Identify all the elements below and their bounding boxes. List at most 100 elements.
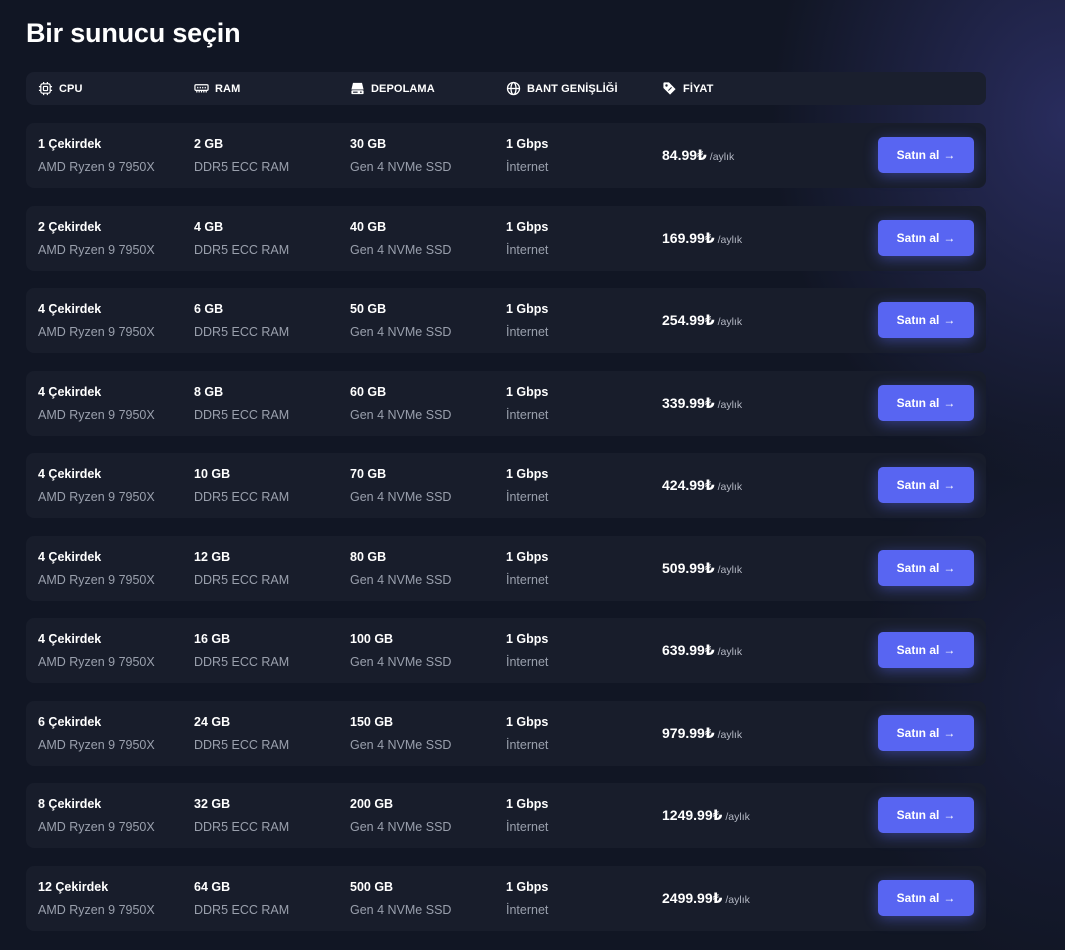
- arrow-right-icon: →: [943, 230, 956, 245]
- arrow-right-icon: →: [943, 148, 956, 162]
- ram-size: 10 GB: [194, 467, 231, 481]
- buy-button-label: Satın al: [896, 395, 940, 410]
- cpu-model: AMD Ryzen 9 7950X: [38, 242, 155, 257]
- header-storage: DEPOLAMA: [350, 72, 435, 105]
- price-cell: 339.99₺/aylık: [662, 393, 742, 415]
- ram-type: DDR5 ECC RAM: [194, 902, 290, 917]
- buy-button[interactable]: Satın al →: [878, 549, 974, 586]
- bandwidth-type: İnternet: [506, 572, 549, 587]
- price-period: /aylık: [709, 151, 735, 163]
- price-cell: 979.99₺/aylık: [662, 723, 742, 745]
- buy-button[interactable]: Satın al →: [878, 632, 974, 668]
- ram-type: DDR5 ECC RAM: [194, 737, 290, 752]
- storage-type: Gen 4 NVMe SSD: [350, 572, 452, 587]
- price-cell: 639.99₺/aylık: [662, 640, 742, 662]
- bandwidth-speed: 1 Gbps: [506, 797, 549, 811]
- header-ram: RAM: [194, 72, 240, 105]
- price-period: /aylık: [717, 728, 743, 741]
- buy-button-label: Satın al: [896, 560, 940, 575]
- cpu-cell: 4 Çekirdek AMD Ryzen 9 7950X: [38, 384, 155, 423]
- ram-type: DDR5 ECC RAM: [194, 242, 290, 257]
- ram-size: 4 GB: [194, 219, 224, 234]
- header-cpu-label: CPU: [59, 82, 83, 95]
- bandwidth-cell: 1 Gbps İnternet: [506, 631, 548, 670]
- price-period: /aylık: [717, 481, 743, 493]
- bandwidth-speed: 1 Gbps: [506, 384, 549, 399]
- buy-button[interactable]: Satın al →: [878, 467, 974, 503]
- arrow-right-icon: →: [943, 313, 956, 327]
- ram-type: DDR5 ECC RAM: [194, 655, 290, 669]
- buy-button-label: Satın al: [896, 808, 940, 822]
- storage-type: Gen 4 NVMe SSD: [350, 490, 452, 504]
- server-row: 4 Çekirdek AMD Ryzen 9 7950X 12 GB DDR5 ECC…: [26, 535, 986, 601]
- cpu-model: AMD Ryzen 9 7950X: [38, 407, 155, 422]
- bandwidth-speed: 1 Gbps: [506, 137, 549, 151]
- price-amount: 2499.99₺: [662, 889, 723, 906]
- storage-size: 60 GB: [350, 384, 387, 399]
- bandwidth-type: İnternet: [506, 325, 549, 339]
- storage-type: Gen 4 NVMe SSD: [350, 325, 452, 339]
- buy-button-label: Satın al: [896, 890, 940, 905]
- ram-cell: 64 GB DDR5 ECC RAM: [194, 879, 289, 918]
- cpu-cores: 1 Çekirdek: [38, 137, 102, 151]
- buy-button[interactable]: Satın al →: [878, 384, 974, 421]
- server-row: 2 Çekirdek AMD Ryzen 9 7950X 4 GB DDR5 ECC …: [26, 205, 986, 271]
- ram-type: DDR5 ECC RAM: [194, 490, 290, 504]
- header-bandwidth: BANT GENİŞLİĞİ: [506, 72, 618, 105]
- storage-type: Gen 4 NVMe SSD: [350, 242, 452, 257]
- header-ram-label: RAM: [215, 82, 241, 95]
- bandwidth-type: İnternet: [506, 655, 549, 669]
- arrow-right-icon: →: [943, 890, 956, 905]
- storage-cell: 40 GB Gen 4 NVMe SSD: [350, 219, 451, 258]
- buy-button[interactable]: Satın al →: [878, 302, 974, 338]
- bandwidth-type: İnternet: [506, 242, 549, 257]
- price-tag-icon: [663, 82, 676, 95]
- storage-cell: 500 GB Gen 4 NVMe SSD: [350, 879, 451, 918]
- bandwidth-type: İnternet: [506, 737, 549, 752]
- buy-button[interactable]: Satın al →: [878, 137, 974, 173]
- cpu-cell: 6 Çekirdek AMD Ryzen 9 7950X: [38, 714, 155, 753]
- storage-type: Gen 4 NVMe SSD: [350, 160, 452, 174]
- buy-button[interactable]: Satın al →: [878, 219, 974, 256]
- storage-size: 150 GB: [350, 714, 394, 729]
- bandwidth-speed: 1 Gbps: [506, 632, 549, 646]
- storage-cell: 150 GB Gen 4 NVMe SSD: [350, 714, 451, 753]
- server-row: 6 Çekirdek AMD Ryzen 9 7950X 24 GB DDR5 ECC…: [26, 700, 986, 766]
- ram-size: 16 GB: [194, 632, 231, 646]
- arrow-right-icon: →: [943, 643, 956, 657]
- bandwidth-speed: 1 Gbps: [506, 302, 549, 316]
- cpu-cores: 4 Çekirdek: [38, 632, 102, 646]
- header-price: FİYAT: [662, 72, 713, 105]
- buy-button-label: Satın al: [896, 148, 940, 162]
- buy-button[interactable]: Satın al →: [878, 714, 974, 751]
- price-amount: 169.99₺: [662, 229, 715, 246]
- price-period: /aylık: [717, 316, 743, 328]
- cpu-cores: 8 Çekirdek: [38, 797, 102, 811]
- cpu-cell: 2 Çekirdek AMD Ryzen 9 7950X: [38, 219, 155, 258]
- bandwidth-speed: 1 Gbps: [506, 467, 549, 481]
- header-bandwidth-label: BANT GENİŞLİĞİ: [527, 82, 618, 95]
- cpu-model: AMD Ryzen 9 7950X: [38, 902, 155, 917]
- cpu-model: AMD Ryzen 9 7950X: [38, 820, 155, 834]
- storage-size: 500 GB: [350, 879, 394, 894]
- ram-cell: 6 GB DDR5 ECC RAM: [194, 301, 289, 340]
- storage-cell: 200 GB Gen 4 NVMe SSD: [350, 796, 451, 835]
- cpu-model: AMD Ryzen 9 7950X: [38, 572, 155, 587]
- price-cell: 2499.99₺/aylık: [662, 888, 750, 910]
- bandwidth-type: İnternet: [506, 820, 549, 834]
- server-row: 4 Çekirdek AMD Ryzen 9 7950X 6 GB DDR5 ECC …: [26, 288, 986, 353]
- arrow-right-icon: →: [943, 725, 956, 740]
- price-cell: 254.99₺/aylık: [662, 310, 742, 332]
- storage-cell: 50 GB Gen 4 NVMe SSD: [350, 301, 451, 340]
- bandwidth-cell: 1 Gbps İnternet: [506, 549, 548, 588]
- bandwidth-type: İnternet: [506, 490, 549, 504]
- ram-cell: 12 GB DDR5 ECC RAM: [194, 549, 289, 588]
- bandwidth-speed: 1 Gbps: [506, 219, 549, 234]
- storage-type: Gen 4 NVMe SSD: [350, 407, 452, 422]
- ram-type: DDR5 ECC RAM: [194, 325, 290, 339]
- price-cell: 424.99₺/aylık: [662, 475, 742, 497]
- buy-button[interactable]: Satın al →: [878, 879, 974, 916]
- buy-button[interactable]: Satın al →: [878, 797, 974, 833]
- buy-button-label: Satın al: [896, 643, 940, 657]
- hard-drive-icon: [351, 82, 364, 95]
